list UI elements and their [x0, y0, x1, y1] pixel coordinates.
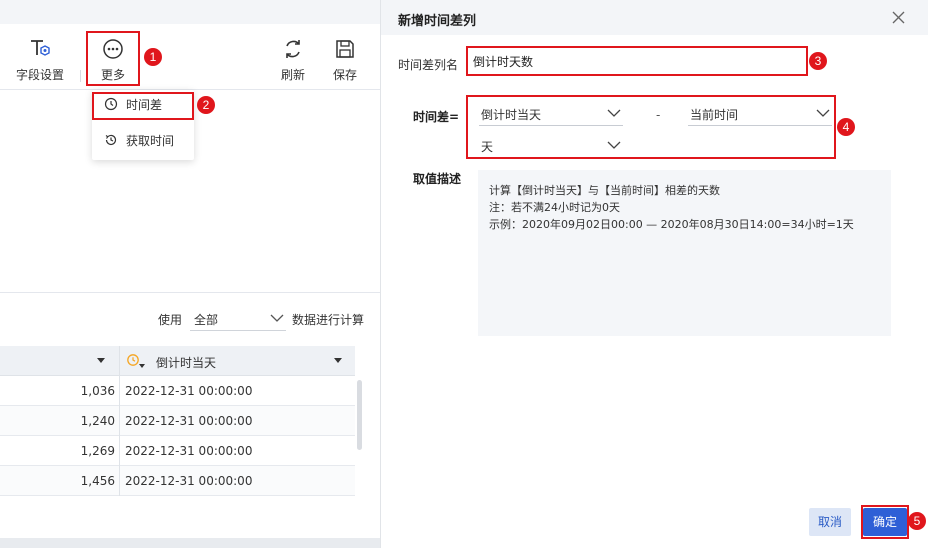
- toolbar: 字段设置 更多 刷新 保存: [0, 24, 380, 90]
- value-description-box: 计算【倒计时当天】与【当前时间】相差的天数 注：若不满24小时记为0天 示例：2…: [478, 170, 891, 336]
- time-diff-label: 时间差=: [413, 110, 460, 124]
- description-line: 示例：2020年09月02日00:00 — 2020年08月30日14:00=3…: [489, 218, 854, 231]
- menu-item-get-time-label: 获取时间: [126, 133, 175, 148]
- column-menu-caret-icon[interactable]: [334, 358, 342, 364]
- compute-suffix: 数据进行计算: [292, 313, 365, 327]
- top-strip: [0, 0, 380, 24]
- data-grid: 倒计时当天 1,036 2022-12-31 00:00:00 1,240 20…: [0, 346, 355, 496]
- cell-date: 2022-12-31 00:00:00: [125, 384, 253, 398]
- compute-prefix: 使用: [158, 313, 183, 327]
- annotation-badge-1: 1: [144, 48, 162, 66]
- refresh-icon: [286, 40, 300, 58]
- save-label: 保存: [332, 68, 357, 82]
- minus-separator: -: [656, 108, 661, 122]
- annotation-badge-4: 4: [837, 118, 855, 136]
- save-icon: [336, 40, 354, 58]
- annotation-badge-5: 5: [908, 512, 926, 530]
- field-settings-label: 字段设置: [15, 68, 64, 82]
- horizontal-scrollbar[interactable]: [0, 538, 380, 548]
- compute-scope-row: 使用 全部 数据进行计算: [0, 292, 380, 342]
- description-line: 注：若不满24小时记为0天: [489, 201, 620, 214]
- end-field-value: 当前时间: [690, 108, 739, 122]
- menu-item-time-diff[interactable]: 时间差: [92, 90, 194, 118]
- chevron-down-icon: [816, 109, 830, 117]
- table-row: 1,269 2022-12-31 00:00:00: [0, 436, 355, 466]
- column-divider: [119, 406, 120, 436]
- save-button[interactable]: 保存: [317, 38, 373, 83]
- cell-number: 1,036: [80, 384, 115, 398]
- cell-number: 1,240: [80, 414, 115, 428]
- more-dropdown-menu: 时间差 获取时间: [92, 90, 194, 160]
- unit-value: 天: [481, 140, 494, 154]
- table-row: 1,240 2022-12-31 00:00:00: [0, 406, 355, 436]
- toolbar-divider: [80, 70, 81, 82]
- table-row: 1,036 2022-12-31 00:00:00: [0, 376, 355, 406]
- column-menu-caret-icon[interactable]: [97, 358, 105, 364]
- dialog-header: 新增时间差列: [381, 0, 928, 35]
- compute-scope-select[interactable]: 全部: [190, 305, 286, 331]
- start-field-value: 倒计时当天: [481, 108, 542, 122]
- table-row: 1,456 2022-12-31 00:00:00: [0, 466, 355, 496]
- time-field-icon: [127, 354, 145, 368]
- start-field-select[interactable]: 倒计时当天: [479, 100, 623, 126]
- close-icon[interactable]: [892, 11, 905, 24]
- cancel-button[interactable]: 取消: [809, 508, 851, 536]
- more-button[interactable]: 更多: [85, 38, 141, 83]
- clock-history-icon: [105, 134, 117, 146]
- grid-scrollbar-thumb[interactable]: [357, 380, 362, 450]
- unit-select[interactable]: 天: [479, 132, 623, 158]
- column-divider: [119, 376, 120, 406]
- more-label: 更多: [100, 68, 125, 82]
- annotation-badge-3: 3: [809, 52, 827, 70]
- clock-icon: [104, 97, 118, 111]
- column-divider: [119, 466, 120, 496]
- cell-number: 1,269: [80, 444, 115, 458]
- app-main-area: 字段设置 更多 刷新 保存 时间差 获取时间 使用 全部 数据进行计算 倒计时当…: [0, 0, 380, 548]
- column-divider: [119, 346, 120, 376]
- field-settings-button[interactable]: 字段设置: [12, 38, 68, 83]
- end-field-select[interactable]: 当前时间: [688, 100, 832, 126]
- chevron-down-icon: [270, 314, 284, 322]
- column-divider: [119, 436, 120, 466]
- date-column-title: 倒计时当天: [156, 356, 217, 370]
- field-settings-icon: [31, 40, 50, 56]
- name-input[interactable]: [469, 49, 805, 73]
- value-description-label: 取值描述: [413, 172, 462, 186]
- compute-scope-value: 全部: [194, 313, 219, 327]
- grid-header: 倒计时当天: [0, 346, 355, 376]
- cell-number: 1,456: [80, 474, 115, 488]
- cell-date: 2022-12-31 00:00:00: [125, 444, 253, 458]
- confirm-button[interactable]: 确定: [863, 508, 907, 536]
- description-line: 计算【倒计时当天】与【当前时间】相差的天数: [489, 184, 720, 197]
- dialog-title: 新增时间差列: [398, 14, 477, 29]
- menu-item-time-diff-label: 时间差: [126, 97, 163, 112]
- name-field[interactable]: [469, 49, 805, 73]
- menu-item-get-time[interactable]: 获取时间: [92, 126, 194, 154]
- refresh-label: 刷新: [280, 68, 305, 82]
- more-icon: [103, 39, 123, 59]
- cell-date: 2022-12-31 00:00:00: [125, 414, 253, 428]
- chevron-down-icon: [607, 109, 621, 117]
- name-field-label: 时间差列名: [398, 58, 459, 72]
- refresh-button[interactable]: 刷新: [265, 38, 321, 83]
- chevron-down-icon: [607, 141, 621, 149]
- cell-date: 2022-12-31 00:00:00: [125, 474, 253, 488]
- annotation-badge-2: 2: [197, 96, 215, 114]
- add-time-diff-dialog: 新增时间差列 时间差列名 3 时间差= 倒计时当天 - 当前时间 天 4 取值描…: [380, 0, 928, 548]
